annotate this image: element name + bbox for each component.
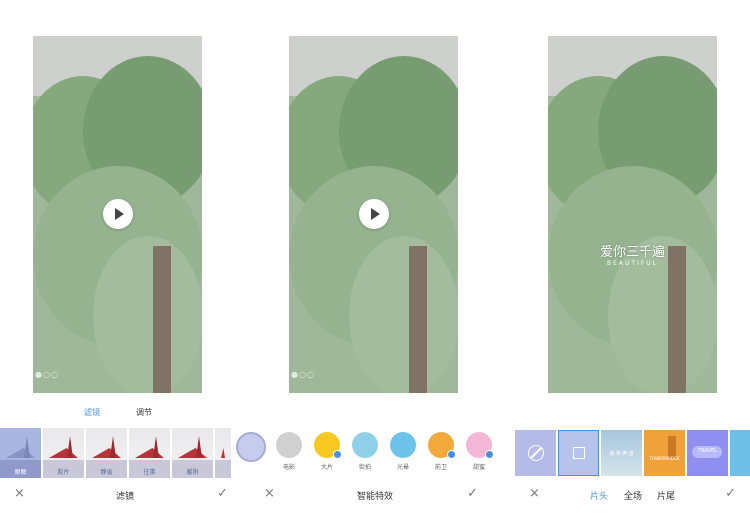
filter-item-past[interactable]: 往事 bbox=[129, 428, 170, 478]
video-preview[interactable]: ●○○ bbox=[33, 36, 202, 393]
filter-item-warm[interactable]: 暖阳 bbox=[172, 428, 213, 478]
video-preview[interactable]: ●○○ bbox=[289, 36, 458, 393]
tab-outro[interactable]: 片尾 bbox=[657, 489, 675, 502]
tab-adjust[interactable]: 调节 bbox=[136, 407, 152, 418]
confirm-icon[interactable]: ✓ bbox=[467, 486, 478, 501]
video-preview[interactable]: 爱你三千遍 BEAUTIFUL bbox=[548, 36, 717, 393]
tab-filter[interactable]: 滤镜 bbox=[84, 407, 100, 418]
bottom-title: 智能特效 bbox=[356, 492, 393, 502]
template-city-sound[interactable]: 城·市·声·音 bbox=[601, 430, 642, 476]
filter-item-partial[interactable] bbox=[215, 428, 231, 478]
bottom-bar: × 片头 全场 片尾 ✓ bbox=[500, 485, 750, 505]
bottom-bar: × 智能特效 ✓ bbox=[250, 485, 500, 505]
filter-list: 原图 胶片 静谧 往事 暖阳 bbox=[0, 428, 231, 478]
progress-dots: ●○○ bbox=[35, 370, 59, 379]
play-button[interactable] bbox=[358, 199, 389, 229]
template-custom[interactable] bbox=[558, 430, 599, 476]
template-none[interactable] bbox=[515, 430, 556, 476]
close-icon[interactable]: × bbox=[529, 486, 540, 501]
template-tower-bridge[interactable]: TOWERBRIDGE bbox=[644, 430, 685, 476]
download-badge-icon bbox=[485, 450, 494, 459]
filter-item-quiet[interactable]: 静谧 bbox=[86, 428, 127, 478]
title-overlay-sub: BEAUTIFUL bbox=[606, 260, 659, 267]
filter-item-film[interactable]: 胶片 bbox=[43, 428, 84, 478]
effect-item-movie[interactable] bbox=[276, 432, 302, 458]
download-badge-icon bbox=[447, 450, 456, 459]
filter-panel: ●○○ 滤镜 调节 原图 胶片 静谧 往事 暖阳 × 滤镜 ✓ bbox=[0, 0, 250, 513]
confirm-icon[interactable]: ✓ bbox=[217, 486, 228, 501]
effect-item-partial[interactable] bbox=[236, 432, 266, 462]
download-badge-icon bbox=[333, 450, 342, 459]
filter-item-original[interactable]: 原图 bbox=[0, 428, 41, 478]
play-button[interactable] bbox=[102, 199, 133, 229]
edit-icon bbox=[573, 447, 585, 459]
template-travel[interactable]: TRAVEL bbox=[687, 430, 728, 476]
intro-template-list: 城·市·声·音 TOWERBRIDGE TRAVEL bbox=[515, 430, 750, 476]
bottom-bar: × 滤镜 ✓ bbox=[0, 485, 250, 505]
effect-item-halo[interactable] bbox=[390, 432, 416, 458]
tab-full[interactable]: 全场 bbox=[624, 489, 642, 502]
template-partial[interactable] bbox=[730, 430, 750, 476]
confirm-icon[interactable]: ✓ bbox=[725, 486, 736, 501]
effect-item-street[interactable] bbox=[352, 432, 378, 458]
bottom-title: 滤镜 bbox=[115, 492, 134, 502]
effects-list: 电影 大片 街拍 光晕 前卫 甜蜜 bbox=[236, 432, 500, 472]
effects-panel: ●○○ 电影 大片 街拍 光晕 前卫 甜蜜 × 智能特效 ✓ bbox=[236, 0, 500, 513]
progress-dots: ●○○ bbox=[291, 370, 315, 379]
title-overlay: 爱你三千遍 bbox=[599, 245, 665, 260]
tab-intro[interactable]: 片头 bbox=[590, 489, 608, 502]
